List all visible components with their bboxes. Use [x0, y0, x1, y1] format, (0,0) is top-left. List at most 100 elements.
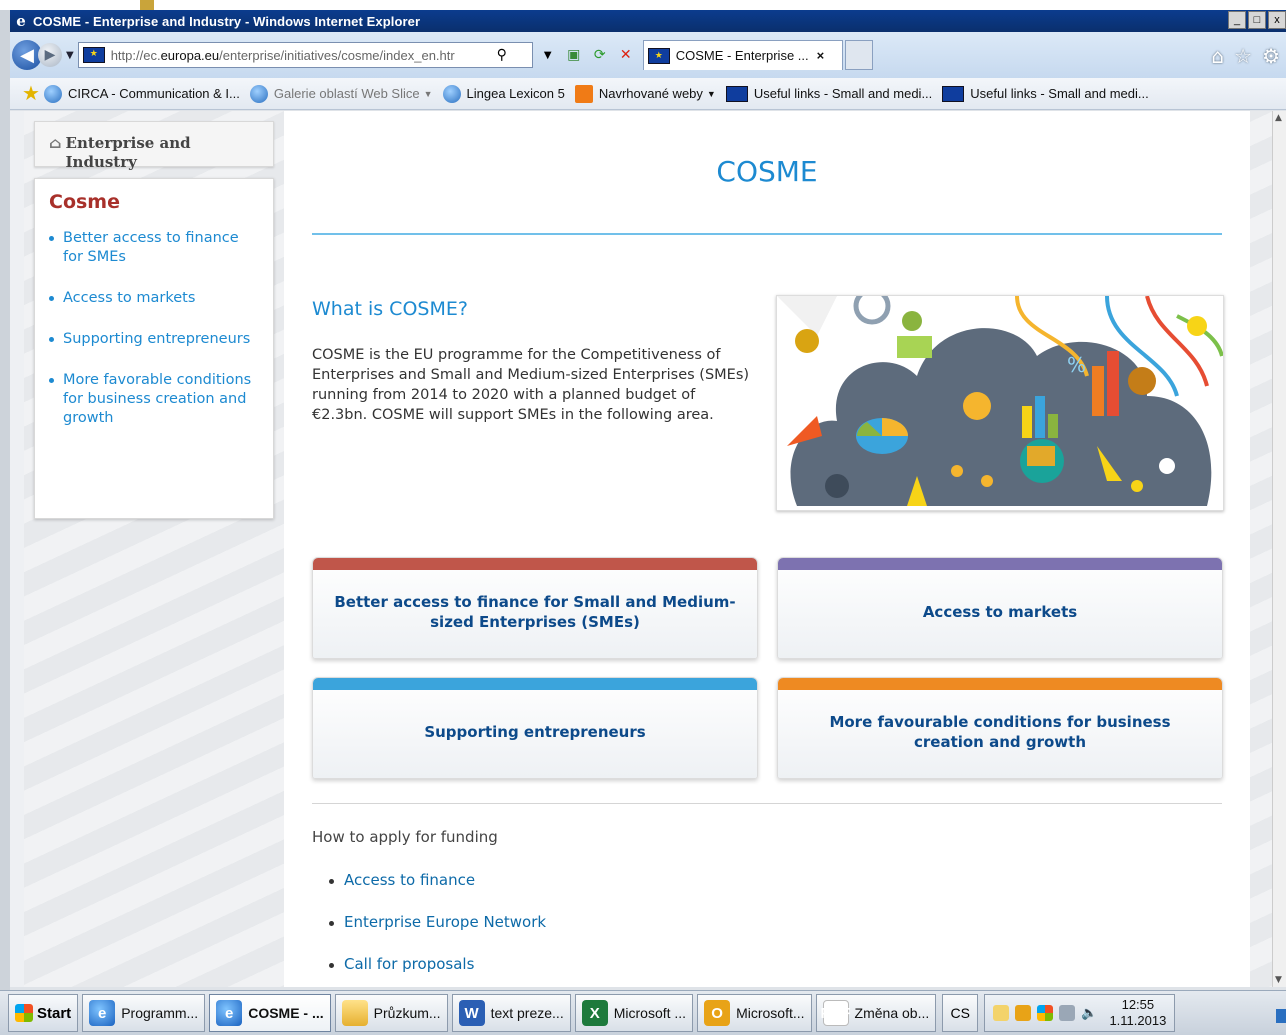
forward-button[interactable]: ▶ [38, 43, 62, 67]
address-bar[interactable]: http://ec.europa.eu/enterprise/initiativ… [77, 42, 533, 68]
favorite-lingea[interactable]: Lingea Lexicon 5 [442, 84, 565, 103]
box-markets[interactable]: Access to markets [777, 557, 1223, 659]
search-icon[interactable]: ⚲ [491, 44, 513, 66]
box-label: Supporting entrepreneurs [424, 723, 646, 741]
main-content: COSME What is COSME? COSME is the EU pro… [284, 111, 1250, 987]
task-label: Microsoft ... [613, 1005, 687, 1021]
tab-title: COSME - Enterprise ... [675, 48, 809, 63]
sidebar-list: Better access to finance for SMEs Access… [49, 229, 263, 428]
window-controls: _ □ x [1228, 11, 1286, 29]
network-icon[interactable] [1059, 1005, 1076, 1021]
task-label: Microsoft... [736, 1005, 805, 1021]
box-color-bar [313, 678, 757, 690]
favorites-star-icon[interactable]: ☆ [1234, 44, 1252, 68]
excel-icon: X [581, 1000, 608, 1026]
sidebar-heading[interactable]: Cosme [49, 191, 263, 213]
box-color-bar [778, 558, 1222, 570]
favorites-star-icon[interactable]: ★ [22, 81, 40, 106]
ie-page-icon [43, 84, 62, 103]
favorite-web-slice[interactable]: Galerie oblastí Web Slice ▼ [249, 84, 433, 103]
refresh-icon[interactable]: ⟳ [589, 44, 611, 66]
outlook-icon: O [704, 1000, 731, 1026]
link-call-for-proposals[interactable]: Call for proposals [329, 955, 546, 987]
favorite-label: Navrhované weby [598, 86, 703, 101]
ie-icon: e [89, 1000, 116, 1026]
restore-button[interactable]: □ [1248, 11, 1266, 29]
outlook-tray-icon[interactable] [1015, 1005, 1032, 1021]
box-finance[interactable]: Better access to finance for Small and M… [312, 557, 758, 659]
clock[interactable]: 12:55 1.11.2013 [1109, 997, 1166, 1029]
language-indicator[interactable]: CS [942, 994, 979, 1032]
toolbar-right: ⌂ ☆ ⚙ [1211, 44, 1280, 68]
stop-icon[interactable]: ✕ [615, 44, 637, 66]
task-excel[interactable]: X Microsoft ... [574, 994, 694, 1032]
sidebar-item-markets[interactable]: Access to markets [49, 289, 263, 308]
task-outlook[interactable]: O Microsoft... [697, 994, 812, 1032]
vertical-scrollbar[interactable]: ▲ ▼ [1272, 111, 1286, 987]
favorite-suggested-sites[interactable]: Navrhované weby ▼ [574, 84, 716, 103]
tools-gear-icon[interactable]: ⚙ [1262, 44, 1280, 68]
url-text[interactable]: http://ec.europa.eu/enterprise/initiativ… [111, 48, 491, 63]
favorite-circa[interactable]: CIRCA - Communication & I... [43, 84, 240, 103]
favorite-useful-links-1[interactable]: Useful links - Small and medi... [725, 85, 932, 102]
favorite-useful-links-2[interactable]: Useful links - Small and medi... [942, 85, 1149, 102]
eu-flag-icon [82, 47, 105, 63]
sidebar-item-conditions[interactable]: More favorable conditions for business c… [49, 371, 263, 428]
favorite-label: CIRCA - Communication & I... [67, 86, 240, 101]
tab-close-icon[interactable]: × [817, 48, 825, 63]
task-word[interactable]: W text preze... [451, 994, 571, 1032]
show-desktop-button[interactable] [1276, 1009, 1286, 1023]
window-left-frame [0, 10, 10, 990]
box-label: Access to markets [922, 603, 1078, 621]
windows-flag-tray-icon[interactable] [1037, 1005, 1054, 1021]
top-strip [0, 0, 1286, 10]
eu-flag-icon [647, 47, 670, 64]
box-conditions[interactable]: More favourable conditions for business … [777, 677, 1223, 779]
task-cosme[interactable]: e COSME - ... [209, 994, 331, 1032]
svg-text:%: % [1067, 353, 1086, 377]
navigation-bar: ◀ ▶ ▼ http://ec.europa.eu/enterprise/ini… [10, 32, 1286, 78]
funding-links: Access to finance Enterprise Europe Netw… [329, 871, 546, 987]
chevron-down-icon[interactable]: ▼ [424, 89, 433, 99]
minimize-button[interactable]: _ [1228, 11, 1246, 29]
mail-icon[interactable] [993, 1005, 1010, 1021]
scroll-up-icon[interactable]: ▲ [1275, 113, 1282, 123]
box-label: Better access to finance for Small and M… [334, 593, 736, 631]
breadcrumb-label: Enterprise and Industry [65, 134, 191, 171]
volume-icon[interactable]: 🔈 [1081, 1006, 1097, 1021]
ie-page-icon [442, 84, 461, 103]
history-dropdown-icon[interactable]: ▼ [66, 50, 74, 61]
address-dropdown-icon[interactable]: ▼ [537, 44, 559, 66]
home-icon[interactable]: ⌂ [1211, 44, 1224, 68]
task-programme[interactable]: e Programm... [82, 994, 206, 1032]
what-is-text: COSME is the EU programme for the Compet… [312, 347, 750, 423]
home-icon: ⌂ [49, 134, 62, 152]
what-is-heading: What is COSME? [312, 298, 468, 320]
task-pdf[interactable]: PDF Změna ob... [815, 994, 937, 1032]
compatibility-view-icon[interactable]: ▣ [563, 44, 585, 66]
sidebar-item-entrepreneurs[interactable]: Supporting entrepreneurs [49, 330, 263, 349]
box-label: More favourable conditions for business … [829, 713, 1171, 751]
task-label: text preze... [490, 1005, 564, 1021]
task-label: COSME - ... [248, 1005, 324, 1021]
section-divider [312, 803, 1222, 804]
sidebar-item-finance[interactable]: Better access to finance for SMEs [49, 229, 263, 267]
close-button[interactable]: x [1268, 11, 1286, 29]
ie-page-icon [249, 84, 268, 103]
viewport-edge [10, 111, 24, 987]
ie-icon: e [216, 1000, 243, 1026]
task-explorer[interactable]: Průzkum... [334, 994, 448, 1032]
address-actions: ▼ ▣ ⟳ ✕ [537, 44, 637, 66]
pdf-icon: PDF [821, 1000, 851, 1026]
box-entrepreneurs[interactable]: Supporting entrepreneurs [312, 677, 758, 779]
folder-icon [341, 1000, 368, 1026]
start-button[interactable]: Start [8, 994, 79, 1032]
new-tab-button[interactable] [844, 40, 873, 70]
scroll-down-icon[interactable]: ▼ [1275, 975, 1282, 985]
page-title: COSME [716, 155, 818, 188]
breadcrumb-enterprise[interactable]: ⌂ Enterprise and Industry [34, 121, 274, 171]
link-enterprise-europe-network[interactable]: Enterprise Europe Network [329, 913, 546, 955]
chevron-down-icon[interactable]: ▼ [707, 89, 716, 99]
tab-cosme[interactable]: COSME - Enterprise ... × [642, 40, 843, 70]
link-access-to-finance[interactable]: Access to finance [329, 871, 546, 913]
